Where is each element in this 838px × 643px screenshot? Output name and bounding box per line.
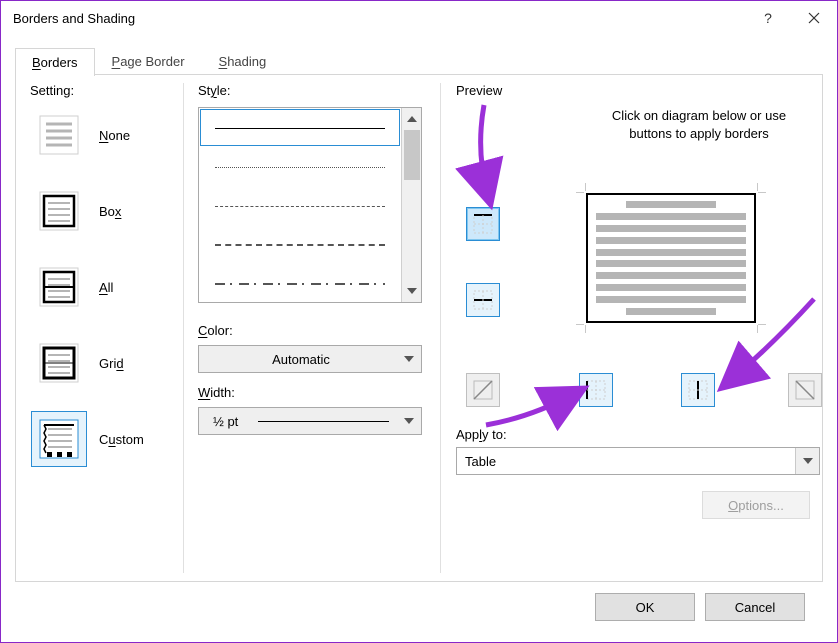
border-vertical-inside-button[interactable] bbox=[681, 373, 715, 407]
setting-grid-icon bbox=[31, 335, 87, 391]
preview-line bbox=[596, 284, 746, 291]
scroll-thumb[interactable] bbox=[404, 130, 420, 180]
setting-none[interactable]: None bbox=[31, 107, 130, 163]
tab-borders[interactable]: Borders bbox=[15, 48, 95, 76]
options-button: Options... bbox=[702, 491, 810, 519]
tab-page-border-label: Page Border bbox=[112, 54, 185, 69]
border-top-button[interactable] bbox=[466, 207, 500, 241]
style-list-items bbox=[199, 108, 401, 302]
annotation-arrow-icon bbox=[454, 95, 514, 215]
style-option-dashdot[interactable] bbox=[199, 264, 401, 302]
border-diag-up-icon bbox=[794, 379, 816, 401]
cancel-button[interactable]: Cancel bbox=[705, 593, 805, 621]
setting-custom[interactable]: Custom bbox=[31, 411, 144, 467]
close-button[interactable] bbox=[791, 1, 837, 35]
setting-custom-icon bbox=[31, 411, 87, 467]
tab-borders-label: Borders bbox=[32, 55, 78, 70]
apply-to-select[interactable]: Table bbox=[456, 447, 820, 475]
ok-button-label: OK bbox=[636, 600, 655, 615]
tab-shading[interactable]: Shading bbox=[202, 47, 284, 75]
cancel-button-label: Cancel bbox=[735, 600, 775, 615]
preview-line bbox=[596, 249, 746, 256]
preview-line bbox=[596, 296, 746, 303]
preview-line bbox=[596, 272, 746, 279]
style-option-dash-small[interactable] bbox=[199, 186, 401, 225]
close-icon bbox=[808, 12, 820, 24]
preview-box bbox=[586, 193, 756, 323]
width-combo[interactable]: ½ pt bbox=[198, 407, 422, 435]
preview-diagram[interactable] bbox=[574, 185, 828, 363]
preview-line bbox=[596, 225, 746, 232]
border-diag-down-button[interactable] bbox=[466, 373, 500, 407]
preview-line bbox=[596, 213, 746, 220]
preview-line bbox=[626, 201, 716, 208]
preview-line bbox=[626, 308, 716, 315]
color-combo[interactable]: Automatic bbox=[198, 345, 422, 373]
width-label: Width: bbox=[198, 385, 235, 400]
width-combo-button[interactable] bbox=[397, 408, 421, 434]
setting-all[interactable]: All bbox=[31, 259, 113, 315]
chevron-up-icon bbox=[407, 116, 417, 122]
dialog-body: Borders Page Border Shading Setting: Non… bbox=[1, 35, 837, 642]
tab-page-border[interactable]: Page Border bbox=[95, 47, 202, 75]
chevron-down-icon bbox=[404, 356, 414, 362]
setting-custom-label: Custom bbox=[99, 432, 144, 447]
setting-none-label: None bbox=[99, 128, 130, 143]
color-combo-button[interactable] bbox=[397, 346, 421, 372]
style-list[interactable] bbox=[198, 107, 422, 303]
apply-to-button[interactable] bbox=[795, 448, 819, 474]
style-scrollbar[interactable] bbox=[401, 108, 421, 302]
ok-button[interactable]: OK bbox=[595, 593, 695, 621]
border-vertical-inside-icon bbox=[687, 379, 709, 401]
width-value: ½ pt bbox=[213, 414, 238, 429]
help-button[interactable]: ? bbox=[745, 1, 791, 35]
color-value: Automatic bbox=[199, 352, 397, 367]
tab-shading-label: Shading bbox=[219, 54, 267, 69]
width-value-wrap: ½ pt bbox=[199, 414, 397, 429]
preview-line bbox=[596, 237, 746, 244]
tabbar: Borders Page Border Shading bbox=[15, 43, 823, 75]
chevron-down-icon bbox=[404, 418, 414, 424]
setting-box-label: Box bbox=[99, 204, 121, 219]
preview-line bbox=[596, 260, 746, 267]
style-option-dotted[interactable] bbox=[199, 147, 401, 186]
help-icon: ? bbox=[764, 10, 772, 26]
style-option-dash-medium[interactable] bbox=[199, 225, 401, 264]
apply-to-label: Apply to: bbox=[456, 427, 507, 442]
preview-hint: Click on diagram below or use buttons to… bbox=[592, 107, 806, 142]
dialog-footer: OK Cancel bbox=[15, 582, 823, 632]
panel: Setting: None Box All bbox=[15, 74, 823, 582]
options-button-label: Options... bbox=[728, 498, 784, 513]
style-label: Style: bbox=[198, 83, 231, 98]
color-label: Color: bbox=[198, 323, 233, 338]
titlebar: Borders and Shading ? bbox=[1, 1, 837, 35]
setting-none-icon bbox=[31, 107, 87, 163]
setting-label: Setting: bbox=[30, 83, 74, 98]
setting-all-icon bbox=[31, 259, 87, 315]
setting-grid[interactable]: Grid bbox=[31, 335, 124, 391]
border-top-icon bbox=[472, 213, 494, 235]
setting-box-icon bbox=[31, 183, 87, 239]
chevron-down-icon bbox=[407, 288, 417, 294]
setting-all-label: All bbox=[99, 280, 113, 295]
border-diag-down-icon bbox=[472, 379, 494, 401]
border-diag-up-button[interactable] bbox=[788, 373, 822, 407]
scroll-up-button[interactable] bbox=[402, 108, 421, 130]
setting-grid-label: Grid bbox=[99, 356, 124, 371]
divider bbox=[440, 83, 441, 573]
width-sample-line bbox=[258, 421, 389, 422]
divider bbox=[183, 83, 184, 573]
border-horizontal-inside-icon bbox=[472, 289, 494, 311]
dialog-window: Borders and Shading ? Borders Page Borde… bbox=[0, 0, 838, 643]
preview-label: Preview bbox=[456, 83, 502, 98]
chevron-down-icon bbox=[803, 458, 813, 464]
border-left-button[interactable] bbox=[579, 373, 613, 407]
border-horizontal-inside-button[interactable] bbox=[466, 283, 500, 317]
apply-to-value: Table bbox=[457, 454, 795, 469]
scroll-down-button[interactable] bbox=[402, 280, 421, 302]
border-left-icon bbox=[585, 379, 607, 401]
window-title: Borders and Shading bbox=[13, 11, 745, 26]
setting-box[interactable]: Box bbox=[31, 183, 121, 239]
style-option-solid[interactable] bbox=[199, 108, 401, 147]
